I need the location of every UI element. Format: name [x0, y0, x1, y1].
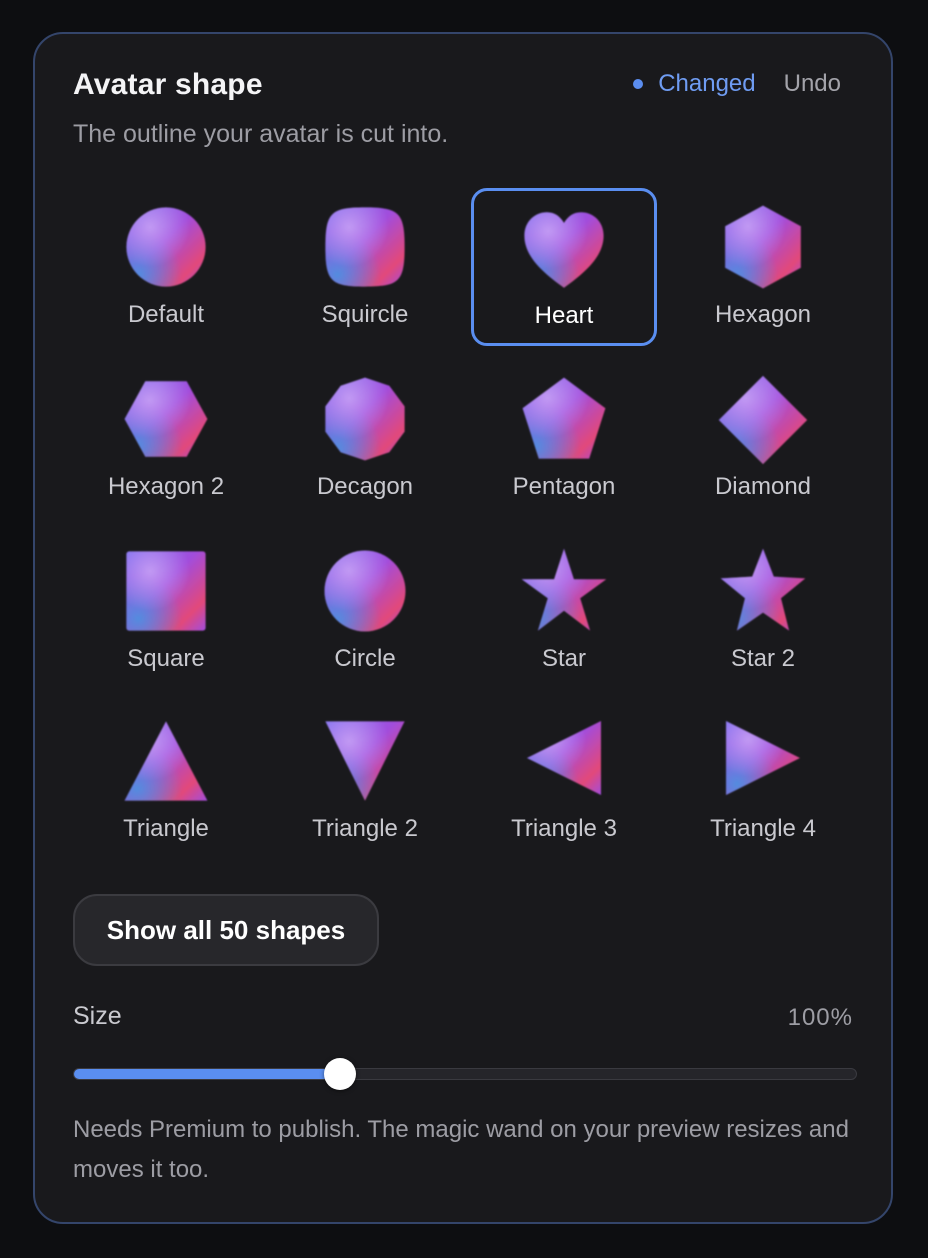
shape-option-label: Heart	[534, 302, 594, 329]
shape-option-label: Diamond	[714, 473, 812, 500]
hexagon-icon	[725, 205, 801, 289]
shape-option-label: Circle	[334, 645, 396, 672]
panel-title: Avatar shape	[73, 68, 263, 101]
shape-option-label: Star 2	[730, 645, 796, 672]
shape-option-diamond[interactable]: Diamond	[670, 360, 856, 518]
shape-option-star[interactable]: Star	[471, 532, 657, 690]
show-all-shapes-button[interactable]: Show all 50 shapes	[73, 894, 379, 966]
avatar-shape-panel: Avatar shape Changed Undo The outline yo…	[33, 32, 893, 1224]
shape-option-triangle[interactable]: Triangle	[73, 702, 259, 860]
star-icon	[521, 548, 607, 631]
triangle-icon	[124, 721, 208, 801]
circle-icon	[324, 550, 406, 632]
shape-option-label: Default	[127, 301, 205, 328]
size-slider-thumb[interactable]	[323, 1058, 356, 1090]
shape-option-label: Squircle	[321, 301, 409, 328]
changed-dot-icon	[633, 79, 644, 89]
heart-icon	[524, 212, 604, 288]
shape-option-default[interactable]: Default	[73, 188, 259, 346]
shape-option-triangle-4[interactable]: Triangle 4	[670, 702, 856, 860]
triangle-4-icon	[726, 721, 800, 795]
shape-option-label: Square	[127, 645, 205, 672]
shape-option-label: Triangle 2	[312, 815, 418, 842]
shape-option-label: Decagon	[316, 473, 414, 500]
shape-option-label: Hexagon 2	[107, 473, 225, 500]
squircle-icon	[325, 207, 405, 287]
shape-option-decagon[interactable]: Decagon	[272, 360, 458, 518]
triangle-2-icon	[325, 721, 405, 801]
triangle-3-icon	[527, 721, 601, 795]
square-icon	[126, 551, 206, 631]
premium-note: Needs Premium to publish. The magic wand…	[73, 1116, 849, 1183]
decagon-icon	[325, 377, 405, 461]
shape-option-star-2[interactable]: Star 2	[670, 532, 856, 690]
diamond-icon	[718, 375, 808, 465]
shape-option-label: Star	[541, 645, 586, 672]
changed-status-label: Changed	[658, 70, 756, 97]
rounded-blob-icon	[126, 207, 206, 287]
size-slider-fill	[74, 1069, 340, 1079]
shape-option-hexagon[interactable]: Hexagon	[670, 188, 856, 346]
panel-subtitle: The outline your avatar is cut into.	[73, 120, 449, 148]
size-value: 100%	[787, 1004, 853, 1031]
star-2-icon	[720, 548, 806, 631]
shape-option-circle[interactable]: Circle	[272, 532, 458, 690]
shape-option-heart[interactable]: Heart	[471, 188, 657, 346]
change-status: Changed Undo	[633, 70, 841, 98]
hexagon-2-icon	[124, 381, 208, 457]
shape-option-squircle[interactable]: Squircle	[272, 188, 458, 346]
size-label: Size	[73, 1002, 122, 1030]
shape-option-label: Triangle 3	[511, 815, 617, 842]
shape-option-label: Triangle 4	[710, 815, 816, 842]
shape-option-square[interactable]: Square	[73, 532, 259, 690]
size-slider[interactable]	[73, 1058, 857, 1090]
shape-option-label: Hexagon	[714, 301, 812, 328]
shape-option-label: Triangle	[123, 815, 209, 842]
shape-option-triangle-2[interactable]: Triangle 2	[272, 702, 458, 860]
shape-option-triangle-3[interactable]: Triangle 3	[471, 702, 657, 860]
undo-button[interactable]: Undo	[784, 70, 841, 98]
shape-option-pentagon[interactable]: Pentagon	[471, 360, 657, 518]
pentagon-icon	[522, 377, 606, 459]
shape-option-hexagon-2[interactable]: Hexagon 2	[73, 360, 259, 518]
shape-option-label: Pentagon	[512, 473, 616, 500]
